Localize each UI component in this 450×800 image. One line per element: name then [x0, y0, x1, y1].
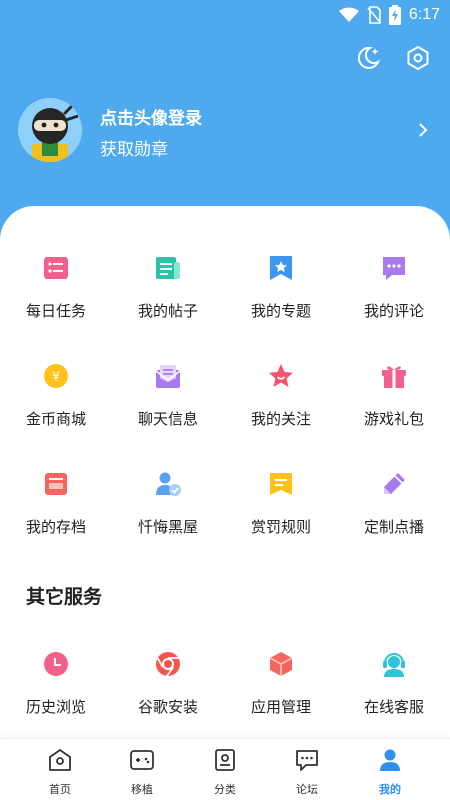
- headset-icon: [383, 653, 405, 677]
- chrome-icon: [156, 652, 180, 677]
- avatar[interactable]: [18, 98, 82, 162]
- profile-icon: [380, 749, 400, 771]
- menu-item-label: 我的关注: [250, 410, 311, 428]
- service-item-google-install[interactable]: 谷歌安装: [112, 650, 224, 717]
- menu-item-label: 我的评论: [363, 302, 424, 320]
- menu-item-my-follows[interactable]: 我的关注: [225, 362, 337, 429]
- menu-item-custom-request[interactable]: 定制点播: [338, 470, 450, 537]
- service-item-label: 历史浏览: [25, 698, 86, 716]
- service-item-history[interactable]: 历史浏览: [0, 650, 112, 717]
- no-sim-icon: [367, 6, 381, 24]
- menu-item-my-saves[interactable]: 我的存档: [0, 470, 112, 537]
- profile-header: 6:17 点击头像登录 获取勋章: [0, 0, 450, 240]
- menu-item-label: 我的专题: [250, 302, 311, 320]
- tab-mine[interactable]: 我的: [345, 747, 435, 797]
- rules-icon: [270, 473, 292, 495]
- status-time: 6:17: [408, 6, 440, 23]
- tab-label: 首页: [49, 783, 71, 796]
- box-icon: [269, 652, 293, 676]
- service-item-online-support[interactable]: 在线客服: [338, 650, 450, 717]
- menu-item-label: 我的存档: [25, 518, 86, 536]
- service-item-app-manager[interactable]: 应用管理: [225, 650, 337, 717]
- comment-icon: [383, 257, 405, 280]
- menu-item-my-topics[interactable]: 我的专题: [225, 254, 337, 321]
- user-verify-icon: [156, 472, 181, 496]
- tab-category[interactable]: 分类: [180, 747, 270, 797]
- menu-item-label: 我的帖子: [137, 302, 198, 320]
- tab-label: 移植: [131, 783, 153, 796]
- medal-subtitle: 获取勋章: [100, 140, 168, 160]
- night-mode-icon[interactable]: [354, 44, 382, 72]
- category-icon: [215, 749, 235, 771]
- menu-item-game-gifts[interactable]: 游戏礼包: [338, 362, 450, 429]
- menu-item-reward-rules[interactable]: 赏罚规则: [225, 470, 337, 537]
- tab-label: 论坛: [296, 783, 318, 796]
- login-profile[interactable]: 点击头像登录 获取勋章: [18, 98, 438, 164]
- task-list-icon: [44, 257, 68, 279]
- login-title[interactable]: 点击头像登录: [100, 104, 202, 129]
- tab-label: 我的: [379, 783, 401, 796]
- chevron-right-icon[interactable]: [418, 122, 428, 138]
- battery-charging-icon: [388, 5, 401, 25]
- menu-item-daily-tasks[interactable]: 每日任务: [0, 254, 112, 321]
- post-icon: [156, 257, 180, 279]
- gamepad-icon: [130, 750, 154, 770]
- status-bar: 6:17: [0, 0, 450, 32]
- menu-item-label: 金币商城: [25, 410, 86, 428]
- menu-item-label: 每日任务: [25, 302, 86, 320]
- topic-bookmark-icon: [270, 256, 292, 280]
- menu-item-penance-room[interactable]: 忏悔黑屋: [112, 470, 224, 537]
- wifi-icon: [338, 7, 359, 22]
- menu-item-label: 赏罚规则: [250, 518, 311, 536]
- menu-item-label: 忏悔黑屋: [137, 518, 198, 536]
- tab-home[interactable]: 首页: [15, 747, 105, 797]
- bottom-tab-bar: 首页 移植 分类 论坛 我的: [0, 738, 450, 800]
- menu-item-label: 定制点播: [363, 518, 424, 536]
- home-icon: [49, 749, 71, 771]
- menu-item-label: 聊天信息: [137, 410, 198, 428]
- mail-icon: [155, 365, 181, 388]
- menu-item-my-posts[interactable]: 我的帖子: [112, 254, 224, 321]
- tab-port[interactable]: 移植: [97, 747, 187, 797]
- edit-pencil-icon: [384, 473, 405, 494]
- menu-item-my-comments[interactable]: 我的评论: [338, 254, 450, 321]
- tab-label: 分类: [214, 783, 236, 796]
- coin-icon: ¥: [44, 364, 68, 388]
- archive-icon: [45, 473, 67, 495]
- menu-item-chat-messages[interactable]: 聊天信息: [112, 362, 224, 429]
- settings-icon[interactable]: [404, 44, 432, 72]
- star-icon: [269, 364, 293, 387]
- menu-item-coin-mall[interactable]: ¥ 金币商城: [0, 362, 112, 429]
- service-item-label: 谷歌安装: [137, 698, 198, 716]
- tab-forum[interactable]: 论坛: [262, 747, 352, 797]
- service-item-label: 应用管理: [250, 698, 311, 716]
- menu-item-label: 游戏礼包: [363, 410, 424, 428]
- service-item-label: 在线客服: [363, 698, 424, 716]
- clock-icon: [44, 652, 68, 676]
- svg-text:¥: ¥: [52, 370, 60, 384]
- gift-icon: [382, 366, 406, 388]
- forum-icon: [296, 750, 318, 771]
- other-services-title: 其它服务: [26, 586, 103, 608]
